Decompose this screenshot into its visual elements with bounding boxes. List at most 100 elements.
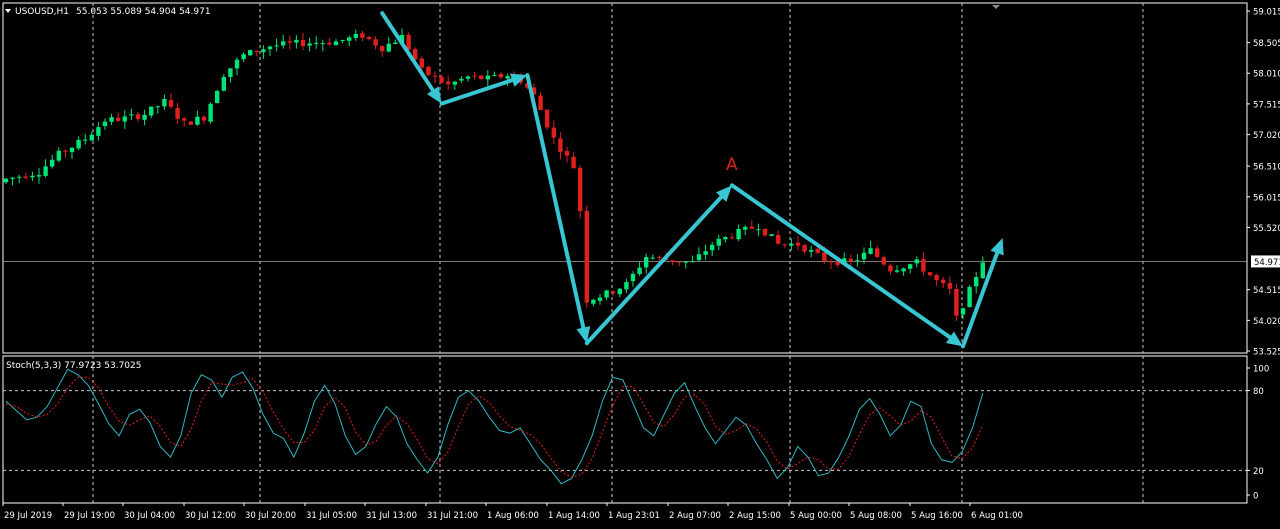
candle-body: [894, 270, 900, 272]
candle-body: [168, 99, 174, 107]
time-tick-label: 1 Aug 23:01: [608, 511, 660, 521]
candle-body: [644, 257, 649, 268]
candle-body: [908, 264, 913, 269]
time-tick-label: 31 Jul 21:00: [427, 511, 478, 521]
current-price-label: 54.971: [1254, 258, 1280, 268]
candle-body: [927, 272, 933, 276]
candle-body: [347, 37, 352, 41]
osc-tick-label: 100: [1253, 365, 1269, 375]
candle-body: [274, 45, 279, 47]
candle-body: [868, 248, 873, 254]
candle-body: [380, 45, 385, 52]
price-tick-label: 56.510: [1253, 163, 1280, 173]
osc-tick-label: 80: [1253, 387, 1264, 397]
candle-body: [624, 282, 629, 290]
candle-body: [287, 41, 292, 43]
candle-body: [974, 277, 979, 287]
candle-body: [578, 167, 583, 212]
chart-root: 59.015 58.505 58.010 57.515 57.020 56.510 56.0…: [0, 0, 1280, 525]
chart-svg[interactable]: 59.015 58.505 58.010 57.515 57.020 56.510 56.0…: [0, 0, 1280, 525]
candle-body: [769, 234, 774, 236]
candle-body: [551, 127, 556, 138]
candle-body: [30, 175, 35, 178]
candle-body: [498, 73, 504, 78]
candle-body: [208, 103, 213, 122]
candle-body: [294, 39, 299, 43]
candle-body: [604, 290, 609, 298]
candle-body: [432, 75, 438, 77]
candle-body: [267, 46, 273, 50]
candle-body: [716, 238, 721, 246]
candle-body: [710, 244, 715, 251]
candle-body: [175, 107, 180, 119]
candle-body: [492, 74, 497, 76]
candle-body: [934, 274, 939, 281]
price-tick-label: 57.515: [1253, 100, 1280, 110]
candle-body: [459, 78, 464, 81]
candle-body: [353, 33, 358, 38]
candle-body: [373, 39, 378, 46]
candle-body: [875, 248, 880, 257]
candle-body: [195, 116, 200, 125]
candle-body: [848, 258, 853, 262]
ohlc-values: 55.053 55.089 54.904 54.971: [76, 7, 211, 17]
candle-body: [683, 261, 688, 263]
candle-body: [3, 178, 9, 183]
candle-body: [670, 260, 675, 263]
candle-body: [545, 109, 550, 128]
time-tick-label: 29 Jul 19:00: [64, 511, 115, 521]
candle-body: [941, 279, 946, 284]
candle-body: [340, 40, 345, 42]
candle-body: [736, 229, 741, 240]
candle-body: [914, 259, 919, 264]
candle-body: [426, 66, 431, 75]
candle-body: [76, 139, 81, 149]
candle-body: [360, 33, 365, 38]
candle-body: [129, 114, 134, 116]
candle-body: [248, 50, 253, 56]
candle-body: [393, 42, 398, 44]
candle-body: [83, 139, 88, 141]
candle-body: [155, 106, 160, 108]
candle-body: [254, 50, 259, 53]
candle-body: [571, 156, 576, 169]
candle-body: [617, 288, 622, 295]
candle-body: [485, 75, 490, 80]
candle-body: [10, 177, 15, 179]
candle-body: [149, 106, 154, 116]
candle-body: [281, 41, 286, 46]
annotation-label-a: A: [726, 155, 738, 175]
candle-body: [723, 237, 728, 240]
price-tick-label: 57.020: [1253, 131, 1280, 141]
candle-body: [122, 116, 127, 122]
candle-body: [116, 117, 121, 122]
candle-body: [538, 95, 543, 111]
time-tick-label: 31 Jul 13:00: [366, 511, 417, 521]
candle-body: [657, 256, 662, 258]
candle-body: [63, 150, 68, 152]
time-tick-label: 5 Aug 08:00: [850, 511, 902, 521]
candle-body: [56, 150, 61, 161]
candle-body: [188, 121, 193, 125]
osc-tick-label: 20: [1253, 467, 1264, 477]
price-tick-label: 54.020: [1253, 317, 1280, 327]
candle-body: [69, 147, 75, 153]
candle-body: [307, 43, 312, 46]
candle-body: [584, 210, 589, 303]
candle-body: [729, 237, 735, 239]
candle-body: [762, 228, 768, 236]
candle-body: [419, 58, 424, 68]
price-tick-label: 53.525: [1253, 348, 1280, 358]
candle-body: [611, 291, 616, 294]
candle-body: [637, 267, 642, 274]
candle-body: [96, 127, 101, 136]
candle-body: [314, 42, 319, 44]
candle-body: [591, 299, 596, 304]
symbol-timeframe: USOUSD,H1: [15, 7, 69, 17]
candle-body: [109, 117, 114, 122]
candle-body: [782, 244, 787, 246]
candle-body: [855, 260, 860, 262]
time-tick-label: 30 Jul 04:00: [124, 511, 175, 521]
time-tick-label: 30 Jul 12:00: [185, 511, 236, 521]
candle-body: [630, 273, 636, 282]
